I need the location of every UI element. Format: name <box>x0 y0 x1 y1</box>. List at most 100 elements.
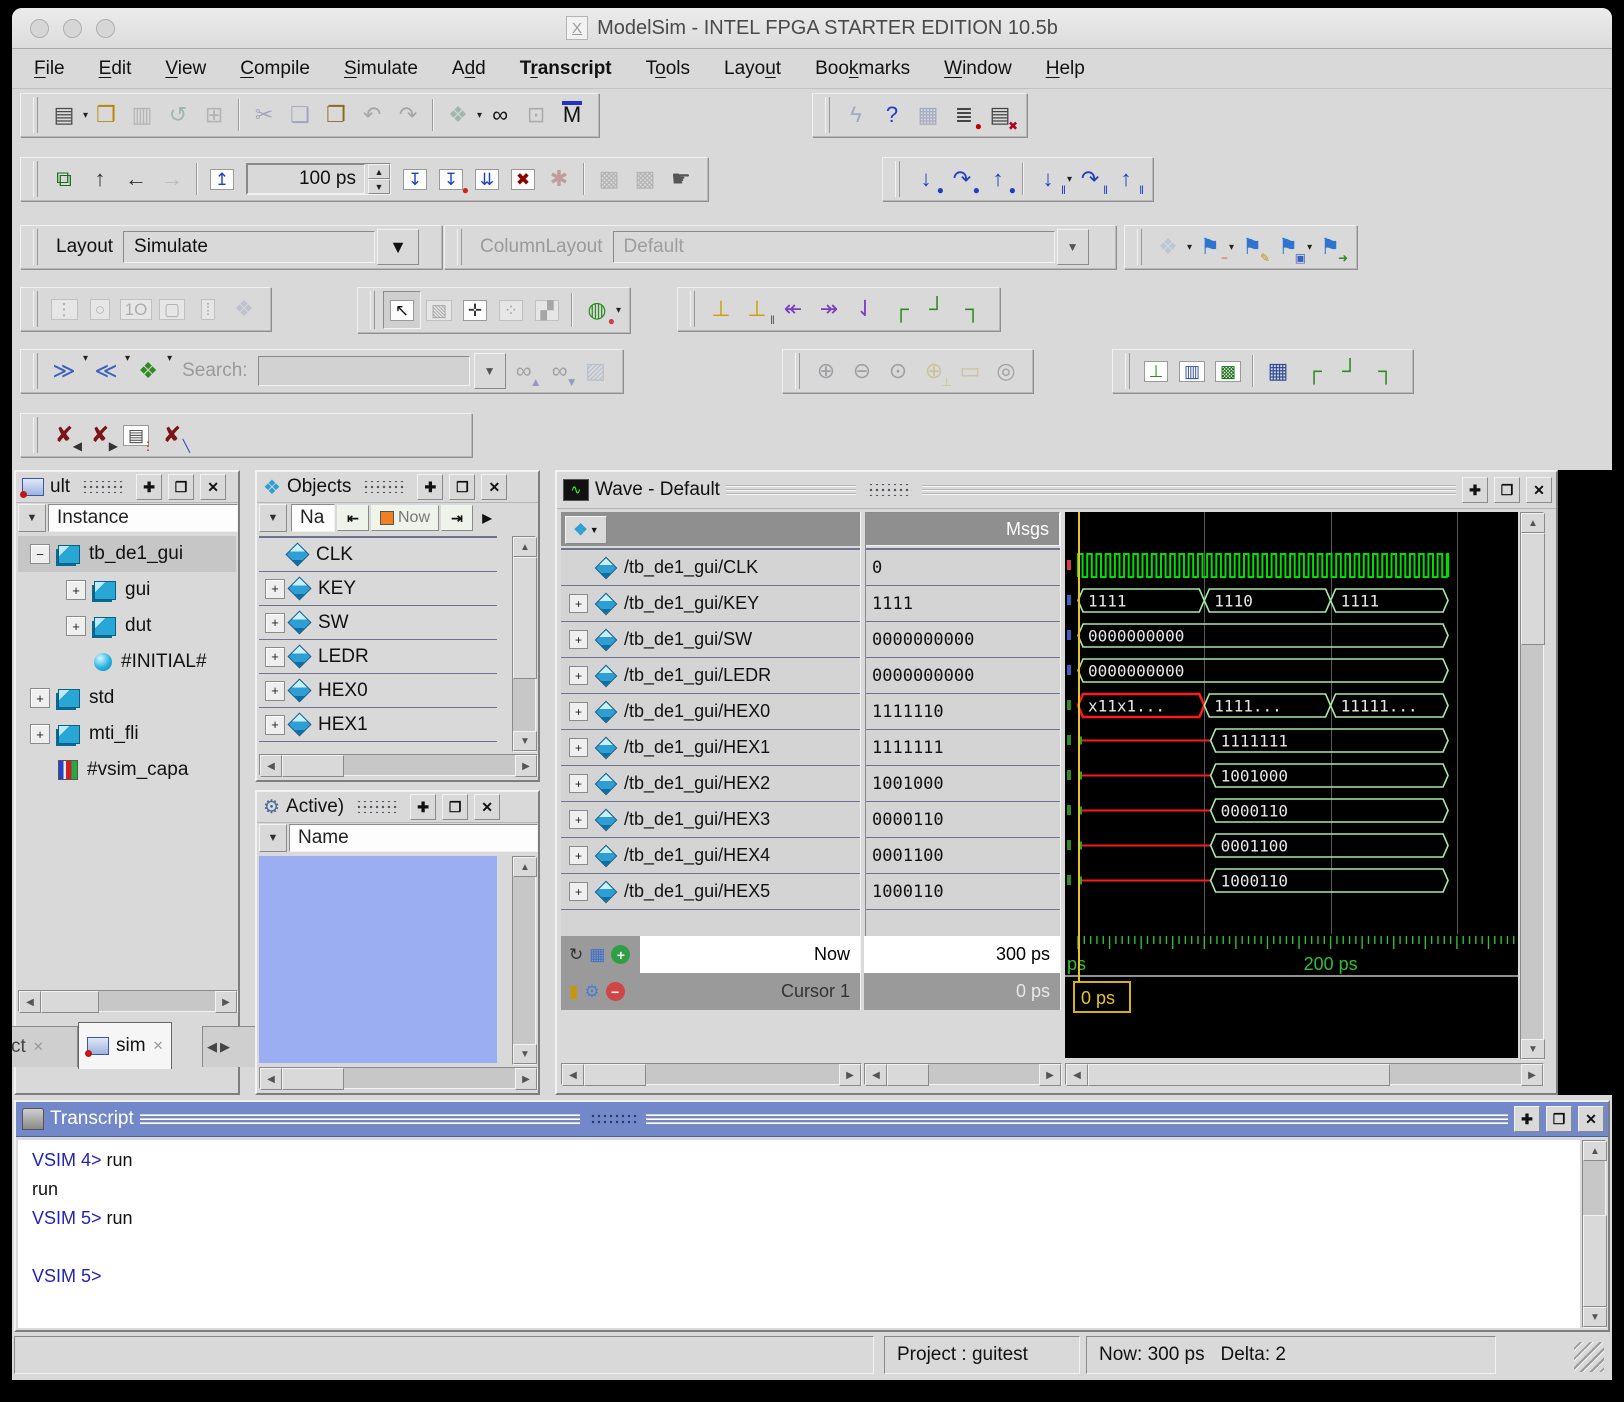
expand-icon[interactable]: + <box>66 580 86 600</box>
scroll-right-icon[interactable]: ▶ <box>1521 1064 1543 1086</box>
scroll-up-icon[interactable]: ▲ <box>513 857 537 877</box>
run-continue-icon[interactable]: ↧● <box>433 161 469 197</box>
instance-filter-icon[interactable]: ▼ <box>18 504 46 532</box>
objects-panel-grip[interactable] <box>361 481 407 493</box>
tree-item-gui[interactable]: +gui <box>18 572 236 608</box>
wave-fall-icon[interactable]: ┐ <box>1368 353 1404 389</box>
objects-undock-button[interactable]: ❐ <box>449 474 475 500</box>
zoom-out-icon[interactable]: ⊖ <box>844 353 880 389</box>
expand-icon[interactable]: + <box>265 715 285 735</box>
next-transition-icon[interactable]: ↠ <box>811 291 847 327</box>
wave-cursor-view-icon[interactable]: ⊥ <box>1138 353 1174 389</box>
run-all-icon[interactable]: ⇊ <box>469 161 505 197</box>
transcript-undock-button[interactable]: ❐ <box>1546 1106 1572 1132</box>
object-row-key[interactable]: +KEY <box>259 572 497 606</box>
expand-out-icon[interactable]: ≪ <box>88 353 124 389</box>
transcript-vscrollbar[interactable]: ▲ ▼ <box>1582 1140 1606 1328</box>
cancel-all-icon[interactable]: ✘╲ <box>154 417 190 453</box>
breakpoints-icon[interactable]: ▦ <box>910 97 946 133</box>
objects-close-button[interactable]: ✕ <box>481 474 507 500</box>
menu-simulate[interactable]: Simulate <box>344 58 418 80</box>
expand-icon[interactable]: + <box>569 630 588 649</box>
wave-signal-hex3[interactable]: +/tb_de1_gui/HEX3 <box>561 802 860 838</box>
objects-add-button[interactable]: ✚ <box>417 474 443 500</box>
objects-name-column-header[interactable]: Na <box>291 504 335 532</box>
object-row-sw[interactable]: +SW <box>259 606 497 640</box>
objects-filter-icon[interactable]: ▼ <box>259 504 287 532</box>
scroll-up-icon[interactable]: ▲ <box>1583 1141 1607 1161</box>
wave-signal-hex0[interactable]: +/tb_de1_gui/HEX0 <box>561 694 860 730</box>
expand-icon[interactable]: + <box>265 647 285 667</box>
objects-hscrollbar[interactable]: ◀ ▶ <box>259 754 538 776</box>
mode-10-icon[interactable]: 1O <box>118 291 154 327</box>
layout-select[interactable]: Simulate <box>123 231 375 263</box>
expand-all-caret-icon[interactable]: ▾ <box>167 353 172 389</box>
wave-grid-icon[interactable]: ▦ <box>1260 353 1296 389</box>
cancel-prev-icon[interactable]: ✘◀ <box>46 417 82 453</box>
scroll-down-icon[interactable]: ▼ <box>513 731 537 751</box>
sim-hscrollbar[interactable]: ◀ ▶ <box>18 990 238 1012</box>
open-icon[interactable]: ❒ <box>88 97 124 133</box>
select-mode-icon[interactable]: ↖ <box>383 291 421 329</box>
next-rising-icon[interactable]: ┌ <box>883 291 919 327</box>
scroll-right-icon[interactable]: ▶ <box>515 1068 537 1090</box>
scroll-up-icon[interactable]: ▲ <box>513 537 537 557</box>
tabs-scroll-left-icon[interactable]: ◀ <box>207 1039 217 1055</box>
run-length-down-icon[interactable]: ▼ <box>368 179 390 194</box>
traffic-light-caret-icon[interactable]: ▾ <box>616 305 621 316</box>
new-file-icon[interactable]: ▤ <box>46 97 82 133</box>
search-input[interactable] <box>258 356 470 386</box>
objects-vscrollbar[interactable]: ▲ ▼ <box>512 536 536 752</box>
lock-cursor-mode-icon[interactable]: ⊥‖ <box>739 291 775 327</box>
objects-time-left-icon[interactable]: ⇤ <box>337 505 369 531</box>
examine-icon[interactable]: ? <box>874 97 910 133</box>
step-out-icon[interactable]: ↑● <box>980 161 1016 197</box>
zoom-in-icon[interactable]: ⊕ <box>808 353 844 389</box>
expand-icon[interactable]: + <box>569 774 588 793</box>
columnlayout-select[interactable]: Default <box>613 231 1055 263</box>
instance-column-header[interactable]: Instance <box>48 504 238 532</box>
object-row-clk[interactable]: CLK <box>259 538 497 572</box>
compile-icon[interactable]: ❖ <box>440 97 476 133</box>
active-undock-button[interactable]: ❐ <box>442 794 468 820</box>
environment-icon[interactable]: ⧉ <box>46 161 82 197</box>
expand-icon[interactable]: + <box>569 846 588 865</box>
expand-icon[interactable]: + <box>569 882 588 901</box>
wave-names-hscrollbar[interactable]: ◀ ▶ <box>561 1063 862 1085</box>
wave-signal-hex5[interactable]: +/tb_de1_gui/HEX5 <box>561 874 860 910</box>
scroll-down-icon[interactable]: ▼ <box>1583 1307 1607 1327</box>
macro-pause-icon[interactable]: ▩ <box>627 161 663 197</box>
transcript-add-button[interactable]: ✚ <box>1514 1106 1540 1132</box>
tabs-scroll-right-icon[interactable]: ▶ <box>220 1039 230 1055</box>
expand-icon[interactable]: + <box>265 579 285 599</box>
wave-panel-grip[interactable] <box>866 484 912 496</box>
scroll-right-icon[interactable]: ▶ <box>515 755 537 777</box>
expand-icon[interactable]: + <box>66 616 86 636</box>
wave-cursor-line[interactable] <box>1078 512 1080 982</box>
menu-file[interactable]: File <box>34 58 65 80</box>
menu-compile[interactable]: Compile <box>240 58 310 80</box>
menu-help[interactable]: Help <box>1046 58 1085 80</box>
jump-bookmark-m-icon[interactable]: M <box>554 97 590 133</box>
zoom-range-icon[interactable]: ▭ <box>952 353 988 389</box>
wave-undock-button[interactable]: ❐ <box>1494 477 1520 503</box>
bookmark-edit-icon[interactable]: ⚑✎ <box>1234 229 1270 265</box>
wave-hscrollbar[interactable]: ◀ ▶ <box>1065 1063 1544 1085</box>
save-icon[interactable]: ▥ <box>124 97 160 133</box>
step-into-icon[interactable]: ↓● <box>908 161 944 197</box>
scroll-down-icon[interactable]: ▼ <box>513 1044 537 1064</box>
break-icon[interactable]: ✖ <box>505 161 541 197</box>
tab-close-icon[interactable]: ✕ <box>153 1038 164 1054</box>
tree-item-dut[interactable]: +dut <box>18 608 236 644</box>
layout-dropdown-icon[interactable]: ▼ <box>377 229 419 265</box>
expand-icon[interactable]: + <box>30 688 50 708</box>
scroll-thumb[interactable] <box>41 991 99 1013</box>
wave-signal-clk[interactable]: /tb_de1_gui/CLK <box>561 550 860 586</box>
scroll-left-icon[interactable]: ◀ <box>260 1068 282 1090</box>
active-vscrollbar[interactable]: ▲ ▼ <box>512 856 536 1065</box>
tree-item-mti-fli[interactable]: +mti_fli <box>18 716 236 752</box>
menu-tools[interactable]: Tools <box>646 58 690 80</box>
mode-i-icon[interactable]: ⋮ <box>46 291 82 327</box>
layout-refresh-icon[interactable]: ❖ <box>1150 229 1186 265</box>
tree-item--vsim-capa[interactable]: #vsim_capa <box>18 752 236 788</box>
